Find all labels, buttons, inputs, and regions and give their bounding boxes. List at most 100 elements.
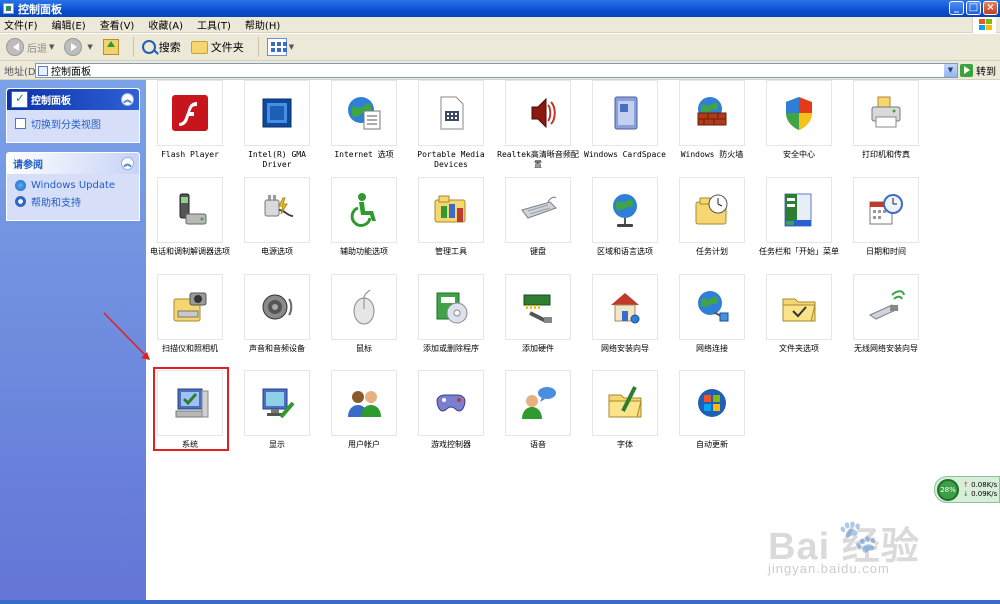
item-label: 键盘 [530,247,546,256]
menu-favorites[interactable]: 收藏(A) [148,17,183,32]
item-label: Portable Media Devices [417,150,485,169]
item-label: 打印机和传真 [862,150,910,159]
maximize-button[interactable]: □ [966,1,981,15]
item-add-remove[interactable]: 添加或删除程序 [407,274,495,354]
item-scheduled-tasks[interactable]: 任务计划 [668,177,756,257]
tile [766,177,832,243]
item-firewall[interactable]: Windows 防火墙 [668,80,756,160]
menu-tools[interactable]: 工具(T) [197,17,231,32]
item-label: Flash Player [161,150,219,159]
windows-update-link[interactable]: Windows Update [15,180,133,191]
views-button[interactable]: ▼ [265,36,296,58]
item-fonts[interactable]: 字体 [581,370,669,450]
item-sounds[interactable]: 声音和音频设备 [233,274,321,354]
display-icon [262,388,295,419]
item-label: 鼠标 [356,344,372,353]
address-bar: 地址(D) 控制面板 ▼ 转到 [0,61,1000,80]
item-display[interactable]: 显示 [233,370,321,450]
item-cardspace[interactable]: Windows CardSpace [581,80,669,160]
menu-view[interactable]: 查看(V) [100,17,135,32]
folder-options-icon [782,298,816,322]
item-add-hardware[interactable]: 添加硬件 [494,274,582,354]
annotation-arrow-icon [103,312,150,360]
item-phone-modem[interactable]: 电话和调制解调器选项 [146,177,234,257]
go-button[interactable]: 转到 [960,63,996,78]
item-label: Internet 选项 [334,150,394,159]
intel-gma-icon [262,98,292,128]
item-label: 日期和时间 [866,247,906,256]
tile [331,370,397,436]
collapse-icon[interactable]: ︽ [121,157,134,170]
address-dropdown-button[interactable]: ▼ [944,64,957,77]
tile [244,177,310,243]
views-icon [266,38,287,56]
region-globe-icon [613,194,637,227]
control-panel-panel-header[interactable]: 控制面板 ︽ [7,89,139,110]
phone-modem-icon [179,193,207,225]
up-button[interactable] [101,36,121,58]
forward-button[interactable]: ▼ [62,36,94,58]
search-button[interactable]: 搜索 [140,36,183,58]
scanner-camera-icon [173,292,207,322]
item-accessibility[interactable]: 辅助功能选项 [320,177,408,257]
folders-button[interactable]: 文件夹 [189,36,246,58]
close-button[interactable]: × [983,1,998,15]
tile [157,80,223,146]
tile [157,177,223,243]
menu-help[interactable]: 帮助(H) [245,17,280,32]
item-label: Realtek高清晰音频配置 [497,150,579,169]
back-button[interactable]: 后退 ▼ [4,36,56,58]
item-date-time[interactable]: 日期和时间 [842,177,930,257]
item-keyboard[interactable]: 键盘 [494,177,582,257]
tile [418,80,484,146]
help-and-support-link[interactable]: 帮助和支持 [15,194,133,209]
tile [244,370,310,436]
wireless-setup-icon [868,290,905,320]
item-label: 添加或删除程序 [423,344,479,353]
item-automatic-updates[interactable]: 自动更新 [668,370,756,450]
item-network-connections[interactable]: 网络连接 [668,274,756,354]
item-label: 添加硬件 [522,344,554,353]
item-label: 游戏控制器 [431,440,471,449]
cpu-percent-badge: 28% [937,478,959,501]
item-admin-tools[interactable]: 管理工具 [407,177,495,257]
add-hardware-icon [523,294,552,323]
item-label: 无线网络安装向导 [854,344,918,353]
item-power[interactable]: 电源选项 [233,177,321,257]
item-flash-player[interactable]: Flash Player [146,80,234,160]
admin-tools-icon [434,195,466,223]
item-regional[interactable]: 区域和语言选项 [581,177,669,257]
item-label: 声音和音频设备 [249,344,305,353]
toolbar-separator [257,37,259,57]
collapse-icon[interactable]: ︽ [121,93,134,106]
address-field[interactable]: 控制面板 ▼ [35,63,958,78]
item-mouse[interactable]: 鼠标 [320,274,408,354]
item-realtek-audio[interactable]: Realtek高清晰音频配置 [494,80,582,170]
back-label: 后退 [27,43,47,55]
folders-label: 文件夹 [210,41,244,54]
item-label: 电源选项 [261,247,293,256]
item-label: 显示 [269,440,285,449]
item-network-setup[interactable]: 网络安装向导 [581,274,669,354]
item-printers[interactable]: 打印机和传真 [842,80,930,160]
item-label: 辅助功能选项 [340,247,388,256]
switch-to-category-view-link[interactable]: 切换到分类视图 [15,116,133,131]
see-also-header[interactable]: 请参阅 ︽ [7,153,139,174]
item-taskbar[interactable]: 任务栏和「开始」菜单 [755,177,843,257]
menu-file[interactable]: 文件(F) [4,17,38,32]
item-wireless-setup[interactable]: 无线网络安装向导 [842,274,930,354]
item-user-accounts[interactable]: 用户帐户 [320,370,408,450]
item-folder-options[interactable]: 文件夹选项 [755,274,843,354]
minimize-button[interactable]: _ [949,1,964,15]
item-game-controllers[interactable]: 游戏控制器 [407,370,495,450]
network-speed-widget[interactable]: 28% ↑ 0.08K/s ↓ 0.09K/s [934,476,1000,503]
tile [679,80,745,146]
item-portable-media[interactable]: Portable Media Devices [407,80,495,170]
tile [157,274,223,340]
item-intel-gma[interactable]: Intel(R) GMA Driver [233,80,321,170]
item-security-center[interactable]: 安全中心 [755,80,843,160]
category-view-icon [15,118,26,129]
item-speech[interactable]: 语音 [494,370,582,450]
item-internet-options[interactable]: Internet 选项 [320,80,408,160]
menu-edit[interactable]: 编辑(E) [52,17,86,32]
